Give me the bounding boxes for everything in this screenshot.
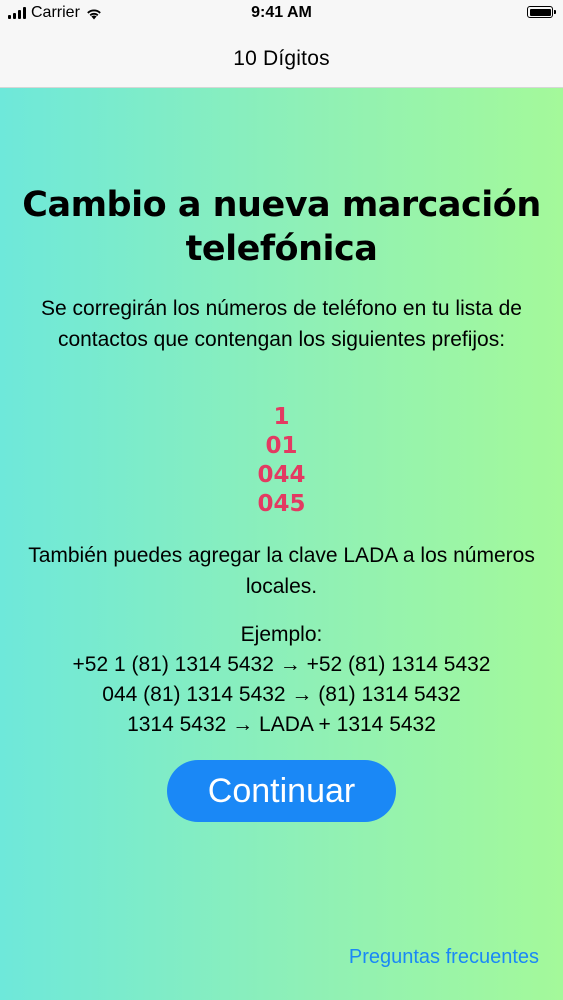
example-line: +52 1 (81) 1314 5432 → +52 (81) 1314 543… xyxy=(72,653,491,676)
prefix-list: 1 01 044 045 xyxy=(0,403,563,519)
battery-icon xyxy=(527,6,556,18)
prefix-item: 044 xyxy=(257,462,306,488)
description-text: Se corregirán los números de teléfono en… xyxy=(41,297,522,351)
nav-title: 10 Dígitos xyxy=(233,46,330,70)
continue-button[interactable]: Continuar xyxy=(167,760,396,822)
battery-level xyxy=(529,8,551,16)
example-block: Ejemplo: +52 1 (81) 1314 5432 → +52 (81)… xyxy=(0,620,563,740)
status-bar: Carrier 9:41 AM xyxy=(0,0,563,30)
page-title: Cambio a nueva marcación telefónica xyxy=(22,185,541,269)
prefix-item: 01 xyxy=(265,433,298,459)
prefix-item: 045 xyxy=(257,491,306,517)
example-line: 044 (81) 1314 5432 → (81) 1314 5432 xyxy=(102,683,461,706)
main-content: Cambio a nueva marcación telefónica Se c… xyxy=(0,88,563,1000)
example-label: Ejemplo: xyxy=(240,623,323,646)
navigation-bar: 10 Dígitos xyxy=(0,30,563,88)
example-line: 1314 5432 → LADA + 1314 5432 xyxy=(127,713,436,736)
faq-link[interactable]: Preguntas frecuentes xyxy=(349,946,539,969)
lada-text: También puedes agregar la clave LADA a l… xyxy=(28,544,535,598)
status-time: 9:41 AM xyxy=(251,4,312,21)
prefix-item: 1 xyxy=(273,404,290,430)
